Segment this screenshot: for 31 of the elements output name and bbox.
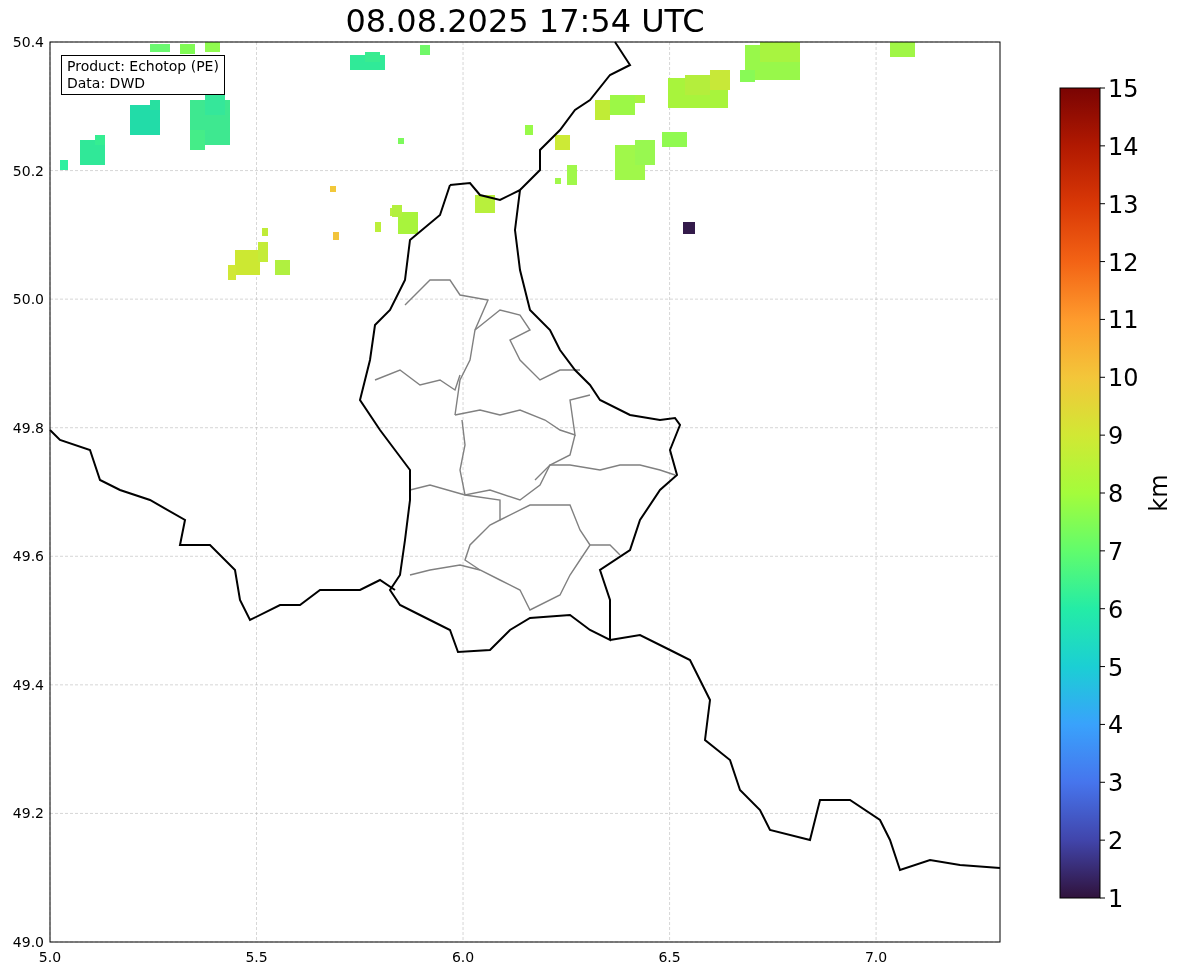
y-tick-label: 50.0 bbox=[12, 291, 44, 308]
y-tick-label: 50.4 bbox=[12, 34, 44, 50]
colorbar-tick-label: 11 bbox=[1108, 306, 1139, 335]
info-text: Data: DWD bbox=[67, 75, 146, 92]
colorbar-label: km bbox=[1145, 474, 1173, 512]
colorbar-tick-label: 2 bbox=[1108, 827, 1124, 856]
x-tick-label: 6.0 bbox=[451, 949, 475, 965]
y-tick-label: 49.4 bbox=[12, 676, 44, 693]
colorbar-tick-label: 1 bbox=[1108, 885, 1124, 913]
colorbar-tick-label: 8 bbox=[1108, 480, 1124, 508]
info-text: Product: Echotop (PE) bbox=[67, 58, 219, 75]
colorbar-tick-label: 14 bbox=[1108, 132, 1139, 161]
colorbar-tick-label: 15 bbox=[1108, 75, 1139, 103]
y-tick-label: 49.6 bbox=[12, 548, 44, 565]
colorbar-tick-label: 6 bbox=[1108, 595, 1124, 624]
colorbar-tick-label: 13 bbox=[1108, 190, 1139, 219]
colorbar-tick-label: 9 bbox=[1108, 422, 1124, 451]
y-tick-label: 49.0 bbox=[12, 934, 44, 950]
colorbar-tick-label: 4 bbox=[1108, 711, 1124, 740]
colorbar-tick-label: 12 bbox=[1108, 248, 1139, 277]
y-tick-label: 50.2 bbox=[12, 162, 44, 179]
y-tick-label: 49.2 bbox=[12, 805, 44, 822]
colorbar-tick-label: 3 bbox=[1108, 769, 1124, 798]
x-tick-label: 5.0 bbox=[38, 949, 62, 965]
x-tick-label: 5.5 bbox=[245, 949, 268, 965]
colorbar-tick-label: 10 bbox=[1108, 364, 1139, 393]
x-tick-label: 7.0 bbox=[864, 949, 888, 965]
colorbar-tick-label: 7 bbox=[1108, 537, 1124, 566]
x-tick-label: 6.5 bbox=[658, 949, 681, 965]
colorbar-tick-label: 5 bbox=[1108, 653, 1124, 682]
y-tick-label: 49.8 bbox=[12, 419, 44, 436]
